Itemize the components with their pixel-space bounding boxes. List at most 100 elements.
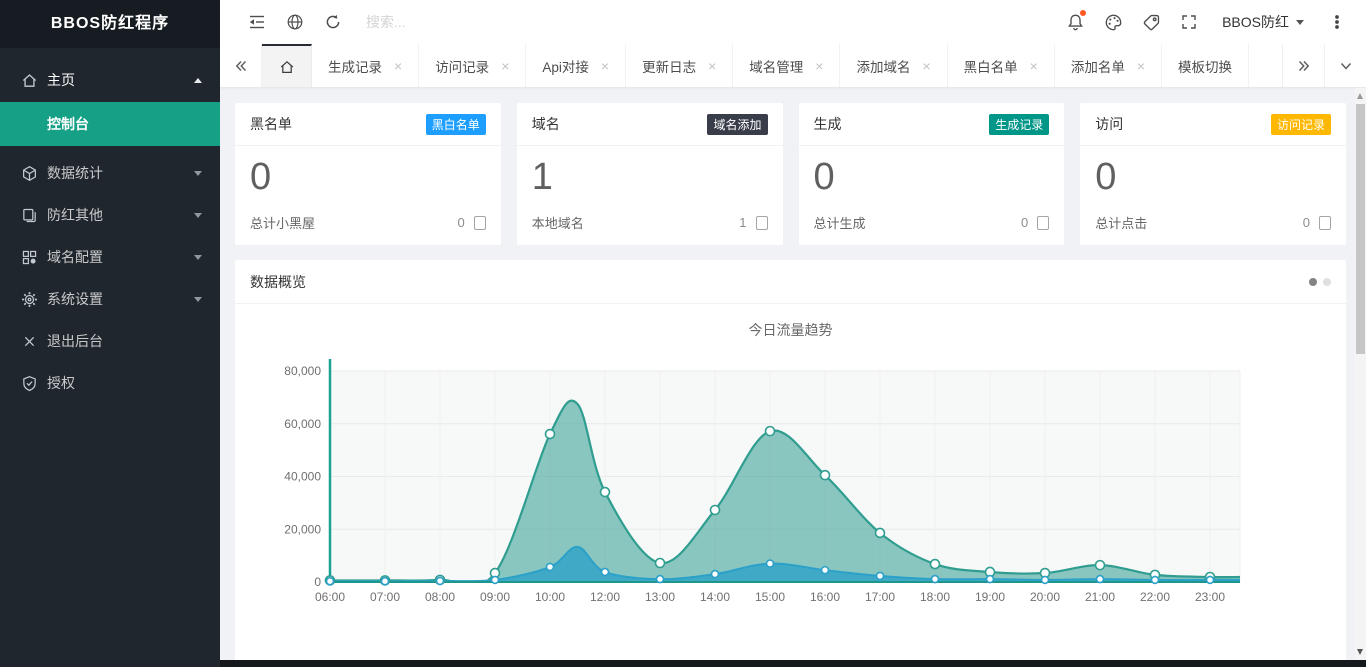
- x-axis-tick-label: 18:00: [920, 590, 950, 604]
- grid-icon: [20, 248, 38, 266]
- x-axis-tick-label: 14:00: [700, 590, 730, 604]
- tab[interactable]: 黑白名单 ×: [948, 44, 1055, 87]
- tabs-scroll-right-button[interactable]: [1282, 44, 1324, 87]
- chart-title: 今日流量趋势: [235, 320, 1346, 340]
- sidebar-item-antired-other[interactable]: 防红其他: [0, 194, 220, 236]
- y-axis-tick-label: 20,000: [284, 522, 321, 536]
- panel-title: 数据概览: [250, 272, 306, 292]
- refresh-icon[interactable]: [314, 0, 352, 44]
- tag-icon[interactable]: [1132, 0, 1170, 44]
- stat-card-footer: 总计生成0: [799, 213, 1065, 245]
- tabs-scroll-left-button[interactable]: [220, 44, 262, 87]
- tab[interactable]: 更新日志×: [626, 44, 733, 87]
- topbar: BBOS防红: [220, 0, 1366, 44]
- tabs-menu-button[interactable]: [1324, 44, 1366, 87]
- sidebar-item-label: 退出后台: [47, 331, 103, 351]
- tab-close-icon[interactable]: ×: [815, 59, 823, 73]
- tab-close-icon[interactable]: ×: [1030, 59, 1038, 73]
- theme-palette-icon[interactable]: [1094, 0, 1132, 44]
- stat-card-title: 生成: [814, 114, 842, 134]
- stat-card-badge[interactable]: 黑白名单: [426, 114, 486, 135]
- stat-card: 访问访问记录0总计点击0: [1080, 103, 1346, 245]
- content-area: 黑名单黑白名单0总计小黑屋0域名域名添加1本地域名1生成生成记录0总计生成0访问…: [220, 88, 1366, 667]
- tabs-list: 生成记录×访问记录×Api对接×更新日志×域名管理×添加域名×黑白名单×添加名单…: [312, 44, 1282, 87]
- tab[interactable]: 域名管理 ×: [733, 44, 840, 87]
- tab[interactable]: 模板切换: [1162, 44, 1249, 87]
- stat-card-footer-value: 1: [739, 215, 746, 230]
- tab-close-icon[interactable]: ×: [501, 59, 509, 73]
- x-axis-tick-label: 08:00: [425, 590, 455, 604]
- y-axis-tick-label: 0: [314, 575, 321, 589]
- tab-close-icon[interactable]: ×: [708, 59, 716, 73]
- caret-down-icon: [194, 171, 202, 176]
- topbar-right: BBOS防红: [1056, 0, 1356, 44]
- y-axis-tick-label: 40,000: [284, 470, 321, 484]
- caret-up-icon: [194, 78, 202, 83]
- tab-label: 黑白名单: [964, 56, 1018, 76]
- sidebar-item-authorization[interactable]: 授权: [0, 362, 220, 404]
- sidebar-item-label: 授权: [47, 373, 75, 393]
- gear-icon: [20, 290, 38, 308]
- x-axis-tick-label: 07:00: [370, 590, 400, 604]
- carousel-dot[interactable]: [1323, 278, 1331, 286]
- stat-card-badge[interactable]: 域名添加: [707, 114, 767, 135]
- y-axis-tick-label: 60,000: [284, 417, 321, 431]
- tab[interactable]: Api对接 ×: [526, 44, 626, 87]
- x-axis-tick-label: 22:00: [1140, 590, 1170, 604]
- close-icon: [20, 332, 38, 350]
- tab-close-icon[interactable]: ×: [1137, 59, 1145, 73]
- sidebar-item-label: 防红其他: [47, 205, 103, 225]
- tab-home[interactable]: [262, 44, 312, 87]
- sidebar-item-data-stats[interactable]: 数据统计: [0, 152, 220, 194]
- collapse-sidebar-button[interactable]: [238, 0, 276, 44]
- tab-close-icon[interactable]: ×: [394, 59, 402, 73]
- sidebar-item-console[interactable]: 控制台: [0, 102, 220, 146]
- tab[interactable]: 生成记录 ×: [312, 44, 419, 87]
- tab[interactable]: 添加域名×: [840, 44, 947, 87]
- tab-label: 域名管理: [749, 56, 803, 76]
- stat-card-header: 黑名单黑白名单: [235, 103, 501, 146]
- stat-card-badge[interactable]: 访问记录: [1271, 114, 1331, 135]
- stat-card-footer: 总计点击0: [1080, 213, 1346, 245]
- stat-card-footer-label: 总计生成: [814, 213, 866, 232]
- vertical-scrollbar[interactable]: [1355, 88, 1366, 660]
- x-axis-tick-label: 09:00: [480, 590, 510, 604]
- stat-card-footer-label: 总计点击: [1095, 213, 1147, 232]
- stat-card: 域名域名添加1本地域名1: [517, 103, 783, 245]
- tab[interactable]: 添加名单×: [1055, 44, 1162, 87]
- y-axis-tick-label: 80,000: [284, 364, 321, 378]
- tab-close-icon[interactable]: ×: [922, 59, 930, 73]
- scrollbar-down-arrow[interactable]: [1357, 649, 1363, 655]
- tab-label: Api对接: [542, 56, 589, 76]
- fullscreen-icon[interactable]: [1170, 0, 1208, 44]
- scrollbar-up-arrow[interactable]: [1357, 93, 1363, 99]
- stat-card-header: 生成 生成记录: [799, 103, 1065, 146]
- user-menu[interactable]: BBOS防红: [1208, 0, 1318, 44]
- footer-bar: [220, 660, 1366, 667]
- notifications-bell-icon[interactable]: [1056, 0, 1094, 44]
- x-axis-tick-label: 19:00: [975, 590, 1005, 604]
- stat-card-value: 0: [1080, 146, 1346, 200]
- caret-down-icon: [194, 255, 202, 260]
- x-axis-tick-label: 17:00: [865, 590, 895, 604]
- shield-check-icon: [20, 374, 38, 392]
- stat-card-footer: 总计小黑屋0: [235, 213, 501, 245]
- tab-close-icon[interactable]: ×: [601, 59, 609, 73]
- globe-icon[interactable]: [276, 0, 314, 44]
- sidebar-item-home[interactable]: 主页: [0, 58, 220, 102]
- more-options-kebab-icon[interactable]: [1318, 0, 1356, 44]
- sidebar-item-system-settings[interactable]: 系统设置: [0, 278, 220, 320]
- carousel-dot-active[interactable]: [1309, 278, 1317, 286]
- x-axis-tick-label: 06:00: [315, 590, 345, 604]
- caret-down-icon: [1296, 20, 1304, 25]
- scrollbar-thumb[interactable]: [1356, 104, 1365, 354]
- search-input[interactable]: [366, 14, 646, 30]
- cube-icon: [20, 164, 38, 182]
- sidebar-item-logout[interactable]: 退出后台: [0, 320, 220, 362]
- square-outline-icon: [474, 216, 486, 230]
- x-axis-tick-label: 13:00: [645, 590, 675, 604]
- tab[interactable]: 访问记录×: [419, 44, 526, 87]
- tab-label: 生成记录: [328, 56, 382, 76]
- sidebar-item-domain-config[interactable]: 域名配置: [0, 236, 220, 278]
- stat-card-badge[interactable]: 生成记录: [989, 114, 1049, 135]
